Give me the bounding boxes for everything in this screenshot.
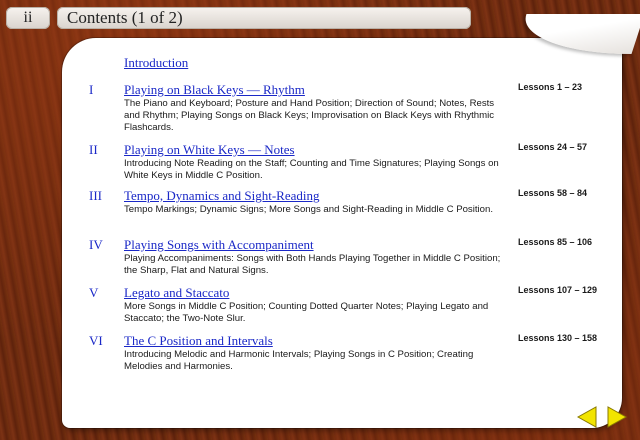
chapter-link[interactable]: The C Position and Intervals xyxy=(124,333,273,349)
chapter-description: Tempo Markings; Dynamic Signs; More Song… xyxy=(124,204,493,215)
lesson-range: Lessons 85 – 106 xyxy=(518,237,593,247)
page-title: Contents (1 of 2) xyxy=(67,8,183,27)
arrow-right-icon xyxy=(607,406,628,428)
lesson-range: Lessons 24 – 57 xyxy=(518,142,588,152)
lesson-range: Lessons 58 – 84 xyxy=(518,188,588,198)
lesson-range: Lessons 130 – 158 xyxy=(518,333,598,343)
page-number: ii xyxy=(23,9,33,26)
chapter-link[interactable]: Legato and Staccato xyxy=(124,285,229,301)
title-bar: Contents (1 of 2) xyxy=(57,7,471,29)
chapter-description: Playing Accompaniments: Songs with Both … xyxy=(124,253,501,276)
chapter-numeral: V xyxy=(89,285,99,300)
chapter-numeral: I xyxy=(89,82,94,97)
lesson-range: Lessons 1 – 23 xyxy=(518,82,583,92)
chapter-link[interactable]: Playing on Black Keys — Rhythm xyxy=(124,82,305,98)
chapter-numeral: VI xyxy=(89,333,103,348)
lesson-range: Lessons 107 – 129 xyxy=(518,285,598,295)
chapter-description: The Piano and Keyboard; Posture and Hand… xyxy=(124,98,495,133)
chapter-description: Introducing Melodic and Harmonic Interva… xyxy=(124,349,474,372)
chapter-numeral: II xyxy=(89,142,98,157)
previous-page-button[interactable] xyxy=(574,404,600,430)
page-number-badge: ii xyxy=(6,7,50,29)
introduction-link[interactable]: Introduction xyxy=(124,55,188,71)
arrow-left-icon xyxy=(576,406,597,428)
chapter-description: More Songs in Middle C Position; Countin… xyxy=(124,301,489,324)
chapter-link[interactable]: Playing on White Keys — Notes xyxy=(124,142,295,158)
chapter-link[interactable]: Tempo, Dynamics and Sight-Reading xyxy=(124,188,320,204)
chapter-description: Introducing Note Reading on the Staff; C… xyxy=(124,158,499,181)
next-page-button[interactable] xyxy=(604,404,630,430)
chapter-numeral: IV xyxy=(89,237,103,252)
chapter-numeral: III xyxy=(89,188,102,203)
chapter-link[interactable]: Playing Songs with Accompaniment xyxy=(124,237,314,253)
